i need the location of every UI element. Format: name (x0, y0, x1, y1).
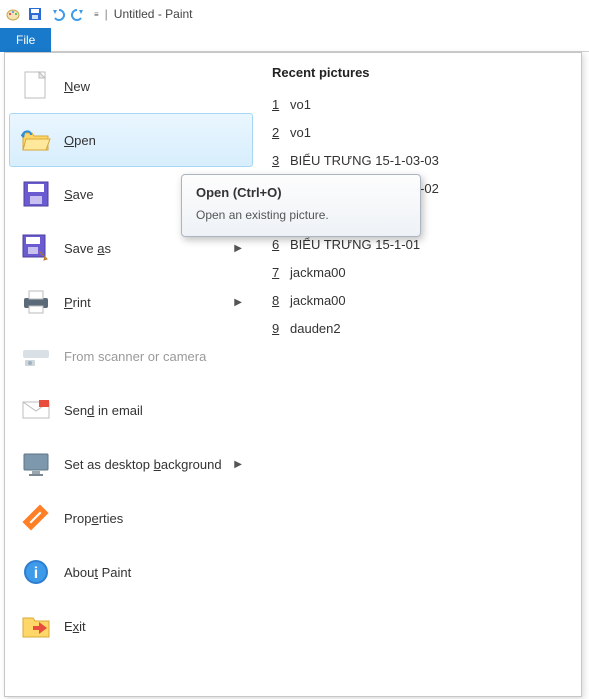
svg-text:i: i (34, 565, 38, 582)
recent-item-number: 3 (272, 153, 290, 168)
menu-desktop-background[interactable]: Set as desktop background ▶ (9, 437, 253, 491)
tooltip-body: Open an existing picture. (196, 208, 406, 222)
recent-item[interactable]: 9dauden2 (266, 314, 573, 342)
redo-icon[interactable] (70, 5, 88, 23)
recent-item-label: vo1 (290, 97, 311, 112)
title-bar: ≡ | Untitled - Paint (0, 0, 589, 28)
window-title: Untitled - Paint (114, 7, 193, 21)
menu-label: About Paint (64, 565, 242, 580)
exit-icon (20, 610, 52, 642)
quick-access-toolbar: ≡ (4, 5, 99, 23)
menu-from-scanner: From scanner or camera (9, 329, 253, 383)
scanner-icon (20, 340, 52, 372)
menu-label: Exit (64, 619, 242, 634)
recent-item-number: 2 (272, 125, 290, 140)
ribbon-tabs: File (0, 28, 589, 52)
recent-item-number: 1 (272, 97, 290, 112)
save-icon (20, 178, 52, 210)
recent-item-number: 8 (272, 293, 290, 308)
menu-label: New (64, 79, 242, 94)
tooltip-title: Open (Ctrl+O) (196, 185, 406, 200)
undo-icon[interactable] (48, 5, 66, 23)
recent-item-label: vo1 (290, 125, 311, 140)
menu-print[interactable]: Print ▶ (9, 275, 253, 329)
recent-item-number: 9 (272, 321, 290, 336)
menu-label: Save as (64, 241, 228, 256)
file-menu-left: New Open Save Save as ▶ Print (5, 53, 257, 696)
menu-properties[interactable]: Properties (9, 491, 253, 545)
save-icon[interactable] (26, 5, 44, 23)
menu-exit[interactable]: Exit (9, 599, 253, 653)
recent-item[interactable]: 8jackma00 (266, 286, 573, 314)
recent-item-label: dauden2 (290, 321, 341, 336)
recent-item-number: 7 (272, 265, 290, 280)
menu-new[interactable]: New (9, 59, 253, 113)
save-as-icon (20, 232, 52, 264)
menu-open[interactable]: Open (9, 113, 253, 167)
email-icon (20, 394, 52, 426)
menu-about[interactable]: i About Paint (9, 545, 253, 599)
app-icon (4, 5, 22, 23)
menu-label: Send in email (64, 403, 242, 418)
properties-icon (20, 502, 52, 534)
recent-item[interactable]: 7jackma00 (266, 258, 573, 286)
file-menu: New Open Save Save as ▶ Print (4, 52, 582, 697)
recent-item-label: BIỂU TRƯNG 15-1-03-03 (290, 153, 439, 168)
qat-dropdown-icon[interactable]: ≡ (94, 10, 99, 19)
recent-item-label: jackma00 (290, 293, 346, 308)
chevron-right-icon: ▶ (234, 243, 242, 254)
menu-label: Open (64, 133, 242, 148)
tooltip-open: Open (Ctrl+O) Open an existing picture. (181, 174, 421, 237)
open-icon (20, 124, 52, 156)
recent-pictures-panel: Recent pictures 1vo12vo13BIỂU TRƯNG 15-1… (257, 53, 581, 696)
menu-label: Print (64, 295, 228, 310)
desktop-icon (20, 448, 52, 480)
about-icon: i (20, 556, 52, 588)
recent-header: Recent pictures (266, 61, 573, 90)
menu-label: From scanner or camera (64, 349, 242, 364)
recent-item-number: 6 (272, 237, 290, 252)
recent-item-label: BIỂU TRƯNG 15-1-01 (290, 237, 420, 252)
menu-label: Properties (64, 511, 242, 526)
recent-item-label: jackma00 (290, 265, 346, 280)
new-icon (20, 70, 52, 102)
menu-send-email[interactable]: Send in email (9, 383, 253, 437)
file-tab[interactable]: File (0, 28, 51, 52)
recent-item[interactable]: 3BIỂU TRƯNG 15-1-03-03 (266, 146, 573, 174)
recent-item[interactable]: 2vo1 (266, 118, 573, 146)
menu-label: Set as desktop background (64, 457, 228, 472)
title-separator: | (105, 7, 108, 21)
chevron-right-icon: ▶ (234, 459, 242, 470)
recent-item[interactable]: 1vo1 (266, 90, 573, 118)
chevron-right-icon: ▶ (234, 297, 242, 308)
print-icon (20, 286, 52, 318)
